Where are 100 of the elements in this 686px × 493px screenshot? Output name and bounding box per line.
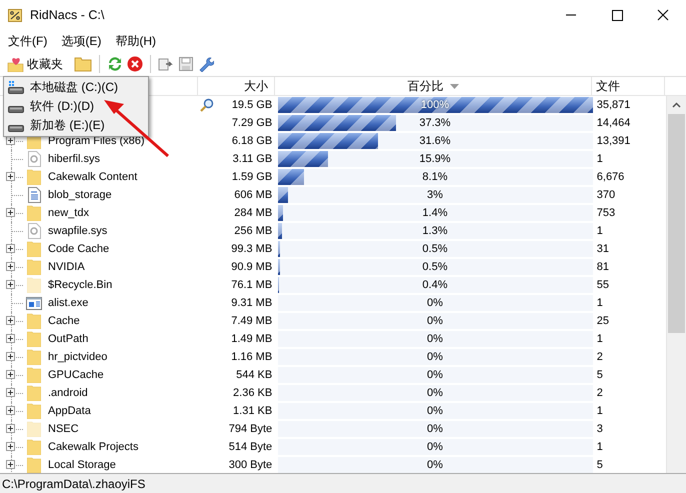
- size-cell: 514 Byte: [228, 441, 272, 453]
- size-cell: 99.3 MB: [231, 243, 272, 255]
- file-name: Code Cache: [48, 243, 110, 255]
- drive-menu-item[interactable]: 新加卷 (E:)(E): [4, 116, 148, 135]
- percent-cell: 0.4%: [422, 279, 448, 291]
- percent-cell: 1.3%: [422, 225, 448, 237]
- file-name: hiberfil.sys: [48, 153, 100, 165]
- size-cell: 544 KB: [236, 369, 272, 381]
- size-cell: 90.9 MB: [231, 261, 272, 273]
- file-count-cell: 14,464: [596, 117, 630, 129]
- expand-icon[interactable]: [6, 172, 15, 181]
- file-count-cell: 31: [596, 243, 610, 255]
- size-cell: 300 Byte: [228, 459, 272, 471]
- file-count-cell: 1: [596, 405, 603, 417]
- size-cell: 7.29 GB: [232, 117, 272, 129]
- file-count-cell: 6,676: [596, 171, 624, 183]
- percent-cell: 0%: [427, 351, 443, 363]
- wrench-icon[interactable]: [198, 56, 214, 72]
- percent-cell: 37.3%: [419, 117, 451, 129]
- file-name: AppData: [48, 405, 91, 417]
- scrollbar[interactable]: [666, 96, 686, 473]
- size-cell: 1.59 GB: [232, 171, 272, 183]
- file-name: $Recycle.Bin: [48, 279, 112, 291]
- size-cell: 1.16 MB: [231, 351, 272, 363]
- file-name: .android: [48, 387, 88, 399]
- window-title: RidNacs - C:\: [30, 8, 104, 22]
- column-header[interactable]: 文件: [592, 77, 665, 95]
- file-count-cell: 35,871: [596, 99, 630, 111]
- file-name: Cakewalk Projects: [48, 441, 138, 453]
- file-count-cell: 2: [596, 351, 603, 363]
- file-name: OutPath: [48, 333, 88, 345]
- file-name: new_tdx: [48, 207, 89, 219]
- size-cell: 7.49 MB: [231, 315, 272, 327]
- percent-cell: 0%: [427, 315, 443, 327]
- percent-cell: 0.5%: [422, 243, 448, 255]
- file-count-cell: 13,391: [596, 135, 630, 147]
- sort-arrow-icon: [450, 84, 458, 88]
- percent-cell: 0%: [427, 387, 443, 399]
- percent-cell: 3%: [427, 189, 443, 201]
- file-name: Local Storage: [48, 459, 116, 471]
- percent-cell: 100%: [420, 99, 450, 111]
- menu-item[interactable]: 文件(F): [1, 32, 54, 50]
- percent-cell: 1.4%: [422, 207, 448, 219]
- percent-cell: 0%: [427, 333, 443, 345]
- file-count-cell: 25: [596, 315, 610, 327]
- refresh-icon[interactable]: [107, 56, 123, 72]
- menu-item[interactable]: 选项(E): [54, 32, 108, 50]
- file-count-cell: 81: [596, 261, 610, 273]
- application-icon: [26, 296, 42, 310]
- file-count-cell: 55: [596, 279, 610, 291]
- percent-cell: 0%: [427, 441, 443, 453]
- file-icon: [28, 223, 40, 239]
- scroll-thumb[interactable]: [668, 114, 685, 333]
- file-count-cell: 5: [596, 369, 603, 381]
- percent-cell: 0.5%: [422, 261, 448, 273]
- app-icon: [8, 8, 22, 22]
- file-name: hr_pictvideo: [48, 351, 108, 363]
- percent-cell: 0%: [427, 459, 443, 471]
- size-cell: 1.49 MB: [231, 333, 272, 345]
- drive-menu-item[interactable]: 软件 (D:)(D): [4, 97, 148, 116]
- drive-menu-item[interactable]: 本地磁盘 (C:)(C): [4, 78, 148, 97]
- file-name: NVIDIA: [48, 261, 85, 273]
- percent-cell: 0%: [427, 297, 443, 309]
- column-header[interactable]: 大小: [198, 77, 275, 95]
- file-name: swapfile.sys: [48, 225, 108, 237]
- file-name: NSEC: [48, 423, 79, 435]
- file-count-cell: 370: [596, 189, 616, 201]
- scroll-up-icon[interactable]: [672, 102, 681, 108]
- column-header[interactable]: 百分比: [275, 77, 592, 95]
- percent-cell: 8.1%: [422, 171, 448, 183]
- heart-folder-icon: [7, 56, 25, 72]
- file-count-cell: 2: [596, 387, 603, 399]
- file-name: GPUCache: [48, 369, 104, 381]
- expand-icon[interactable]: [6, 208, 15, 217]
- size-cell: 6.18 GB: [232, 135, 272, 147]
- file-count-cell: 3: [596, 423, 603, 435]
- percent-cell: 15.9%: [419, 153, 451, 165]
- file-icon: [28, 151, 40, 167]
- size-cell: 2.36 KB: [233, 387, 272, 399]
- system-drive-icon: [8, 81, 24, 94]
- file-count-cell: 1: [596, 153, 603, 165]
- file-count-cell: 1: [596, 333, 603, 345]
- file-name: Cakewalk Content: [48, 171, 138, 183]
- export-icon[interactable]: [158, 56, 174, 72]
- file-count-cell: 1: [596, 297, 603, 309]
- size-cell: 284 MB: [234, 207, 272, 219]
- document-icon: [28, 187, 40, 203]
- menu-item[interactable]: 帮助(H): [108, 32, 163, 50]
- file-name: blob_storage: [48, 189, 112, 201]
- size-cell: 19.5 GB: [232, 99, 272, 111]
- file-count-cell: 5: [596, 459, 603, 471]
- size-cell: 1.31 KB: [233, 405, 272, 417]
- stop-icon[interactable]: [127, 56, 143, 72]
- favorites-button[interactable]: 收藏夹: [4, 56, 66, 72]
- size-cell: 794 Byte: [228, 423, 272, 435]
- percent-cell: 31.6%: [419, 135, 451, 147]
- save-icon[interactable]: [178, 56, 194, 72]
- search-icon[interactable]: [200, 98, 214, 112]
- file-name: Cache: [48, 315, 80, 327]
- size-cell: 606 MB: [234, 189, 272, 201]
